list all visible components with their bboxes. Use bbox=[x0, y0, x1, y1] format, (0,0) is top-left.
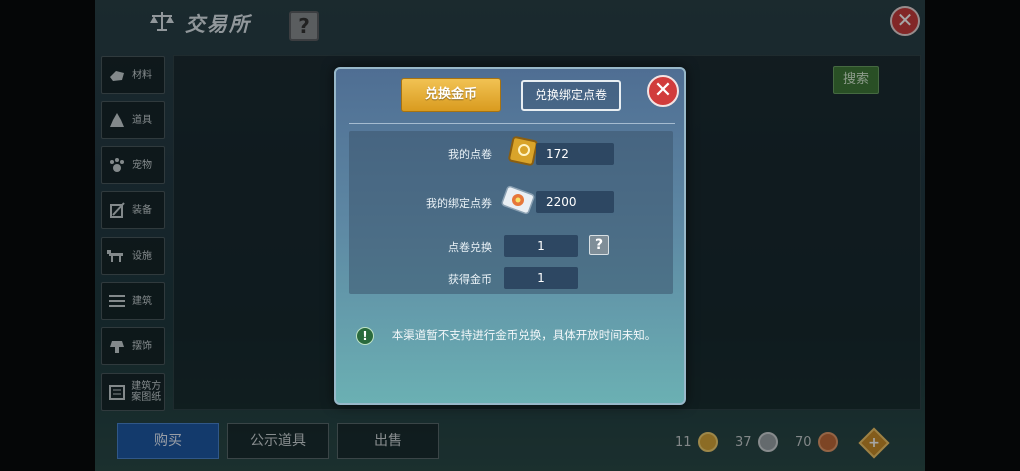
my-points-value: 172 bbox=[536, 143, 614, 165]
tab-exchange-bound-points[interactable]: 兑换绑定点卷 bbox=[521, 80, 621, 111]
exchange-help-button[interactable]: ? bbox=[589, 235, 609, 255]
exchange-dialog: 兑换金币 兑换绑定点卷 ✕ 我的点卷 172 我的绑定点券 2200 点卷兑换 … bbox=[334, 67, 686, 405]
dialog-close-button[interactable]: ✕ bbox=[647, 75, 679, 107]
gain-gold-label: 获得金币 bbox=[448, 273, 492, 286]
gain-gold-value: 1 bbox=[504, 267, 578, 289]
warning-icon: ! bbox=[356, 327, 374, 345]
exchange-amount-label: 点卷兑换 bbox=[448, 241, 492, 254]
letterbox-right bbox=[925, 0, 1020, 471]
bound-voucher-icon bbox=[501, 185, 535, 215]
my-bound-points-label: 我的绑定点券 bbox=[426, 197, 492, 210]
my-points-label: 我的点卷 bbox=[448, 148, 492, 161]
my-bound-points-value: 2200 bbox=[536, 191, 614, 213]
tab-exchange-gold[interactable]: 兑换金币 bbox=[401, 78, 501, 112]
exchange-amount-input[interactable]: 1 bbox=[504, 235, 578, 257]
letterbox-left bbox=[0, 0, 95, 471]
notice-text: 本渠道暂不支持进行金币兑换，具体开放时间未知。 bbox=[391, 328, 657, 342]
divider bbox=[349, 123, 675, 124]
